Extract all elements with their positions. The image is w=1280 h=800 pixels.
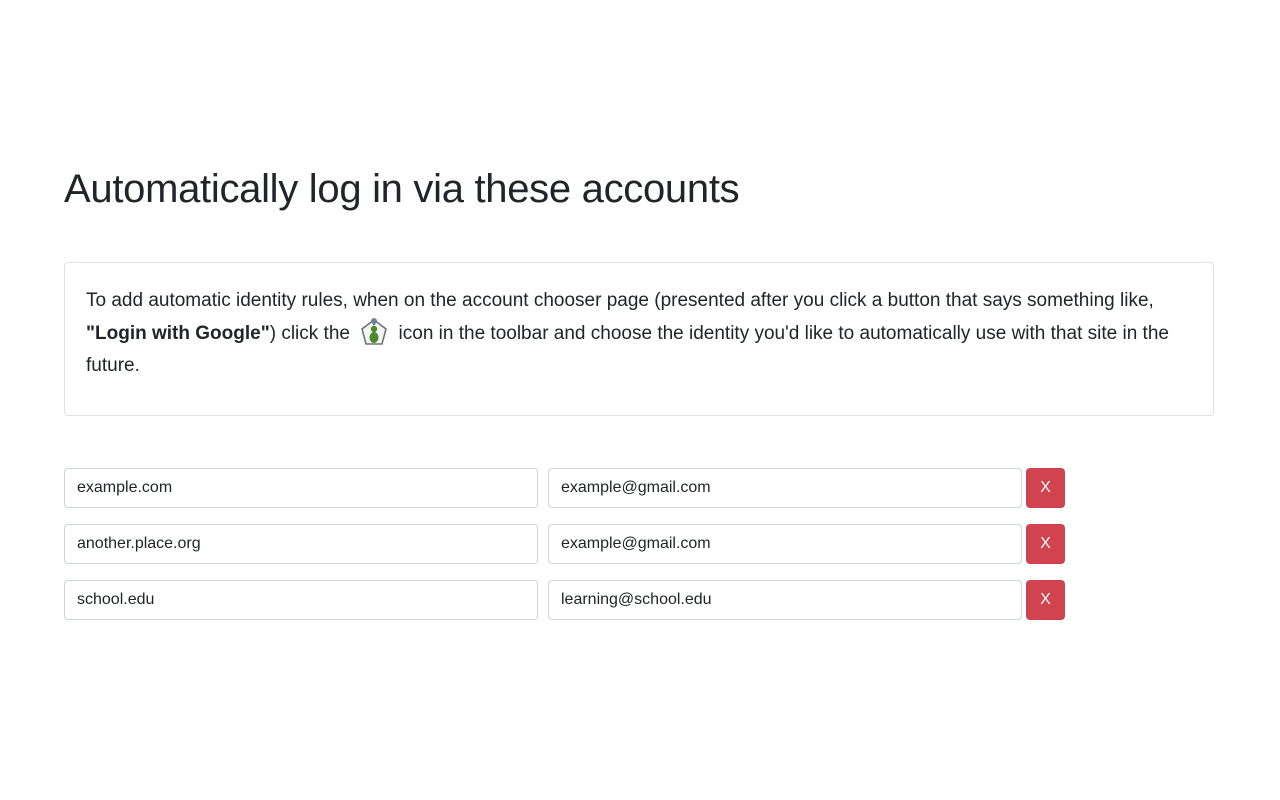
instructions-login-example: "Login with Google" (86, 323, 270, 344)
site-input[interactable] (64, 468, 538, 508)
account-input[interactable] (548, 524, 1022, 564)
instructions-card: To add automatic identity rules, when on… (64, 262, 1214, 416)
instructions-part-1: To add automatic identity rules, when on… (86, 290, 1154, 311)
site-input[interactable] (64, 524, 538, 564)
extension-identity-icon (361, 318, 388, 345)
page-title: Automatically log in via these accounts (64, 167, 740, 211)
account-input[interactable] (548, 468, 1022, 508)
options-page: Automatically log in via these accounts … (0, 0, 1280, 800)
remove-rule-button[interactable]: X (1026, 468, 1065, 508)
account-input[interactable] (548, 580, 1022, 620)
instructions-text: To add automatic identity rules, when on… (86, 285, 1192, 382)
remove-rule-button[interactable]: X (1026, 580, 1065, 620)
instructions-part-2: ) click the (269, 323, 356, 344)
site-input[interactable] (64, 580, 538, 620)
remove-rule-button[interactable]: X (1026, 524, 1065, 564)
